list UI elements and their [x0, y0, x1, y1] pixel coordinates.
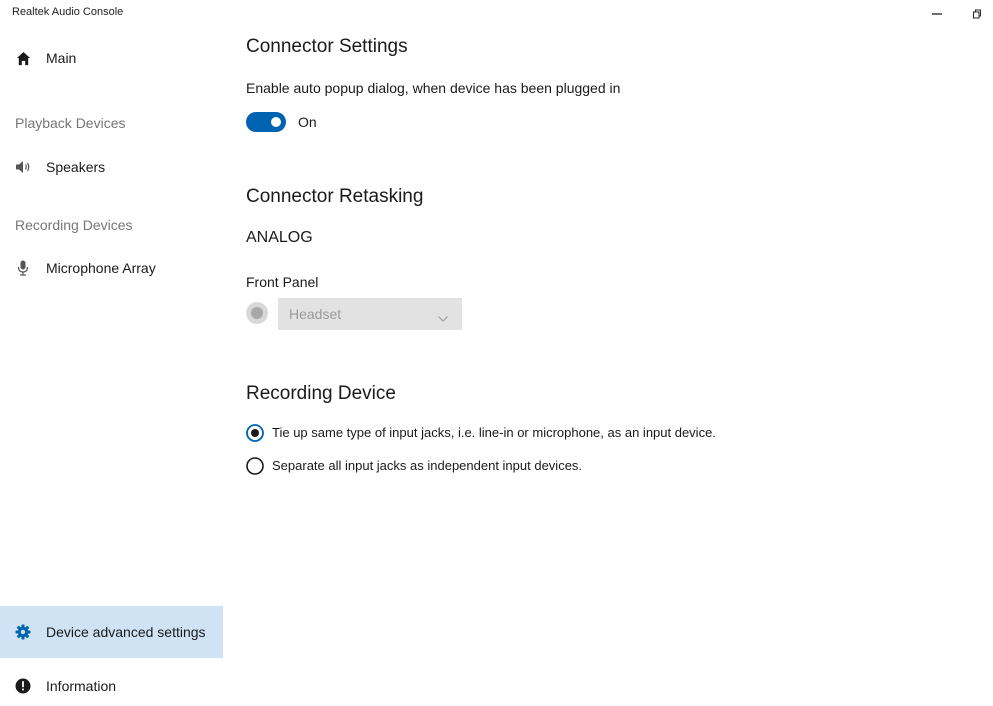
toggle-state-label: On	[298, 114, 317, 130]
minimize-button[interactable]	[921, 0, 953, 28]
front-panel-label: Front Panel	[246, 274, 319, 290]
restore-button[interactable]	[961, 0, 993, 28]
front-panel-select[interactable]: Headset	[278, 298, 462, 330]
sidebar-item-device-advanced-settings[interactable]: Device advanced settings	[0, 606, 223, 658]
radio-tie-up-input-jacks[interactable]	[246, 424, 264, 442]
sidebar-item-label: Speakers	[46, 159, 106, 175]
info-icon	[15, 678, 31, 694]
sidebar-item-label: Device advanced settings	[46, 624, 206, 640]
connector-retasking-heading: Connector Retasking	[246, 186, 424, 207]
radio-label-tie-up: Tie up same type of input jacks, i.e. li…	[272, 425, 716, 440]
sidebar-item-speakers[interactable]: Speakers	[0, 147, 223, 187]
auto-popup-description: Enable auto popup dialog, when device ha…	[246, 80, 621, 96]
toggle-knob	[271, 117, 281, 127]
auto-popup-toggle[interactable]	[246, 112, 286, 132]
window-controls	[921, 0, 993, 28]
recording-section-label: Recording Devices	[15, 217, 133, 233]
microphone-icon	[15, 260, 31, 276]
sidebar-item-label: Information	[46, 678, 117, 694]
restore-icon	[973, 9, 981, 19]
recording-device-heading: Recording Device	[246, 383, 396, 404]
select-value: Headset	[289, 306, 342, 322]
sidebar-item-main[interactable]: Main	[0, 38, 223, 78]
radio-label-separate: Separate all input jacks as independent …	[272, 458, 583, 473]
sidebar-item-label: Microphone Array	[46, 260, 156, 276]
connector-settings-heading: Connector Settings	[246, 36, 408, 57]
headset-jack-icon	[246, 302, 268, 324]
chevron-down-icon	[438, 309, 448, 327]
playback-section-label: Playback Devices	[15, 115, 126, 131]
sidebar-item-information[interactable]: Information	[0, 666, 223, 706]
radio-separate-input-jacks[interactable]	[246, 457, 264, 475]
sidebar-item-label: Main	[46, 50, 77, 66]
sidebar: Main Playback Devices Speakers Recording…	[0, 0, 225, 695]
speaker-icon	[15, 159, 31, 175]
analog-group-label: ANALOG	[246, 229, 313, 246]
home-icon	[15, 50, 31, 66]
gear-icon	[15, 624, 31, 640]
minimize-icon	[932, 13, 942, 15]
sidebar-item-microphone-array[interactable]: Microphone Array	[0, 248, 223, 288]
